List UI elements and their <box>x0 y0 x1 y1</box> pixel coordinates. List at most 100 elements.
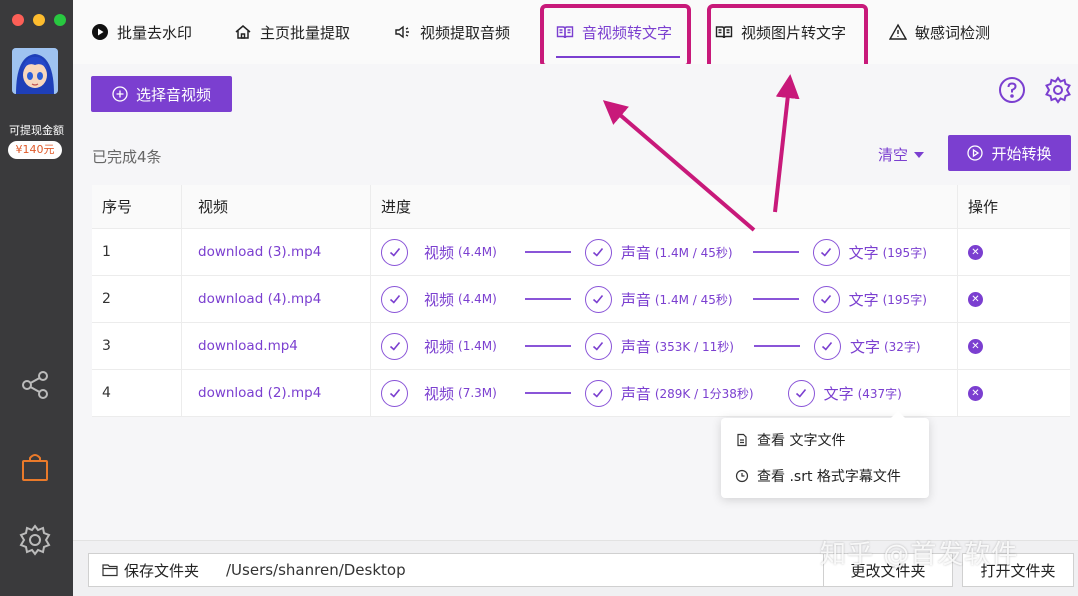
select-media-label: 选择音视频 <box>135 85 211 104</box>
step-text-label[interactable]: 文字 <box>849 242 879 263</box>
tab-label: 批量去水印 <box>117 23 193 42</box>
save-path-field[interactable]: /Users/shanren/Desktop <box>212 553 824 587</box>
tab-label: 敏感词检测 <box>915 23 991 42</box>
home-icon <box>235 25 251 39</box>
row-progress: 视频 (4.4M) 声音 (1.4M / 45秒) 文字 (195字) <box>371 229 958 275</box>
step-video-detail: (4.4M) <box>458 245 497 259</box>
progress-connector <box>524 345 571 347</box>
header-video: 视频 <box>182 185 371 228</box>
step-text-detail[interactable]: (437字) <box>858 385 902 402</box>
delete-row-icon[interactable]: ✕ <box>968 244 983 260</box>
check-circle-icon <box>381 332 408 360</box>
row-filename[interactable]: download (4).mp4 <box>182 276 371 322</box>
check-circle-icon[interactable] <box>812 238 840 266</box>
tab-watermark-removal[interactable]: 批量去水印 <box>91 0 192 64</box>
view-srt-file-label: 查看 .srt 格式字幕文件 <box>757 469 901 485</box>
step-text-detail[interactable]: (32字) <box>884 338 921 355</box>
step-video-detail: (7.3M) <box>458 386 497 400</box>
play-circle-icon <box>92 24 108 40</box>
step-text-label[interactable]: 文字 <box>849 289 879 310</box>
row-filename[interactable]: download (2).mp4 <box>182 370 371 416</box>
step-text-detail[interactable]: (195字) <box>883 291 927 308</box>
progress-connector <box>524 392 571 394</box>
check-circle-icon <box>381 238 408 266</box>
folder-icon <box>102 564 118 577</box>
clear-dropdown[interactable]: 清空 <box>878 144 925 165</box>
check-circle-icon <box>584 238 612 266</box>
save-folder-label: 保存文件夹 <box>123 561 199 580</box>
caret-down-icon <box>914 151 925 158</box>
play-circle-icon <box>967 145 984 161</box>
help-icon[interactable] <box>998 76 1026 104</box>
row-number: 1 <box>92 229 182 275</box>
check-circle-icon <box>584 332 612 360</box>
progress-connector <box>752 298 799 300</box>
row-actions: ✕ <box>958 323 1070 369</box>
tab-extract-audio[interactable]: 视频提取音频 <box>394 0 510 64</box>
view-file-popup: 查看 文字文件 查看 .srt 格式字幕文件 <box>721 411 929 498</box>
highlight-box-image-to-text <box>707 4 868 72</box>
progress-connector <box>753 345 800 347</box>
settings-icon[interactable] <box>1044 76 1072 104</box>
balance-badge[interactable]: ¥140元 <box>8 141 62 159</box>
sidebar: 可提现金额 ¥140元 <box>0 0 73 596</box>
speaker-icon <box>395 25 409 39</box>
delete-row-icon[interactable]: ✕ <box>968 338 983 354</box>
check-circle-icon[interactable] <box>812 285 840 313</box>
row-actions: ✕ <box>958 276 1070 322</box>
progress-connector <box>524 298 571 300</box>
view-text-file-label: 查看 文字文件 <box>757 433 846 449</box>
step-text-label[interactable]: 文字 <box>824 383 854 404</box>
close-window-button[interactable] <box>12 14 24 26</box>
tab-label: 视频提取音频 <box>420 23 511 42</box>
settings-gear-icon[interactable] <box>18 523 52 557</box>
step-video-detail: (4.4M) <box>458 292 497 306</box>
shopping-bag-icon[interactable] <box>18 450 52 484</box>
header-number: 序号 <box>92 185 182 228</box>
select-media-button[interactable]: 选择音视频 <box>91 76 232 112</box>
tab-sensitive-words[interactable]: 敏感词检测 <box>889 0 990 64</box>
start-convert-button[interactable]: 开始转换 <box>948 135 1071 171</box>
table-row: 3 download.mp4 视频 (1.4M) 声音 (353K / 11秒) 文字 (32… <box>92 323 1070 370</box>
step-video-label: 视频 <box>424 290 455 309</box>
delete-row-icon[interactable]: ✕ <box>968 291 983 307</box>
step-audio-detail: (353K / 11秒) <box>654 339 734 354</box>
maximize-window-button[interactable] <box>54 14 66 26</box>
clear-label: 清空 <box>878 146 909 164</box>
table-row: 2 download (4).mp4 视频 (4.4M) 声音 (1.4M / 45秒) 文… <box>92 276 1070 323</box>
check-circle-icon <box>584 379 612 407</box>
step-text-detail[interactable]: (195字) <box>883 244 927 261</box>
header-actions: 操作 <box>968 198 999 216</box>
step-audio-label: 声音 <box>620 243 651 262</box>
row-number: 3 <box>92 323 182 369</box>
view-srt-file-item[interactable]: 查看 .srt 格式字幕文件 <box>735 466 901 486</box>
share-icon[interactable] <box>18 368 52 402</box>
avatar[interactable] <box>12 48 58 94</box>
progress-connector <box>524 251 571 253</box>
row-actions: ✕ <box>958 370 1070 416</box>
row-filename[interactable]: download.mp4 <box>182 323 371 369</box>
minimize-window-button[interactable] <box>33 14 45 26</box>
check-circle-icon[interactable] <box>787 379 815 407</box>
balance-label: 可提现金额 <box>9 124 64 137</box>
check-circle-icon[interactable] <box>813 332 841 360</box>
completed-count: 已完成4条 <box>92 148 162 166</box>
start-convert-label: 开始转换 <box>991 144 1052 163</box>
row-filename[interactable]: download (3).mp4 <box>182 229 371 275</box>
step-text-label[interactable]: 文字 <box>850 336 880 357</box>
plus-circle-icon <box>112 86 128 102</box>
view-text-file-item[interactable]: 查看 文字文件 <box>735 430 845 450</box>
task-table: 序号 视频 进度 操作 1 download (3).mp4 视频 (4.4M) 声音(… <box>92 185 1070 417</box>
row-number: 4 <box>92 370 182 416</box>
step-video-label: 视频 <box>424 384 455 403</box>
step-audio-detail: (1.4M / 45秒) <box>654 292 733 307</box>
step-video-label: 视频 <box>424 243 455 262</box>
highlight-box-av-to-text <box>540 4 691 68</box>
tab-batch-extract[interactable]: 主页批量提取 <box>234 0 350 64</box>
table-header: 序号 视频 进度 操作 <box>92 185 1070 229</box>
delete-row-icon[interactable]: ✕ <box>968 385 983 401</box>
warning-icon <box>889 23 907 40</box>
row-progress: 视频 (7.3M) 声音 (289K / 1分38秒) 文字 (437字) <box>371 370 958 416</box>
save-folder-button[interactable]: 保存文件夹 <box>88 553 213 587</box>
row-number: 2 <box>92 276 182 322</box>
